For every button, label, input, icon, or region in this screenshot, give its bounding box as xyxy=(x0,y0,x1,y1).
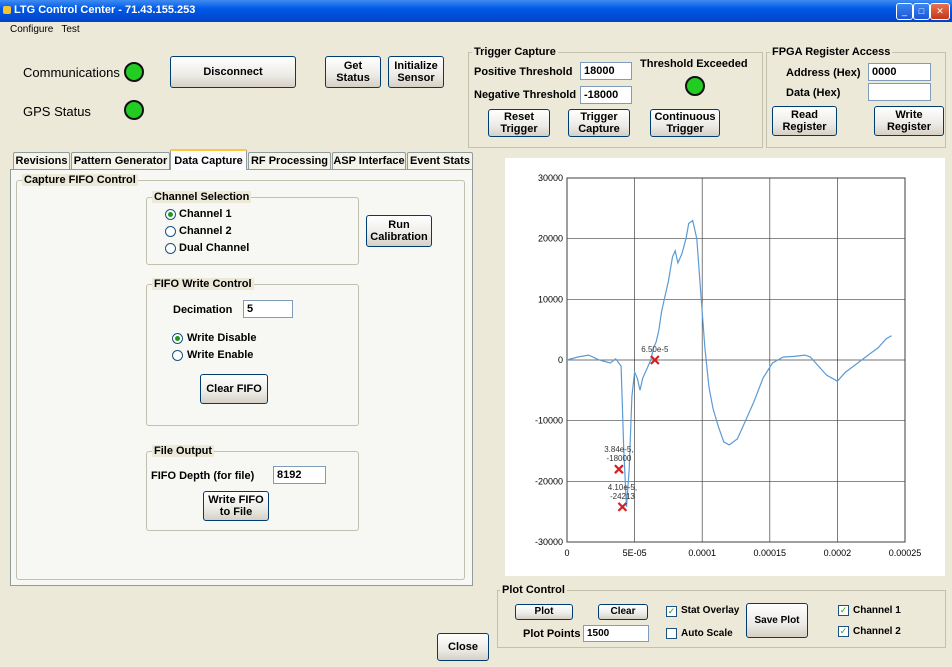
communications-label: Communications xyxy=(23,65,120,80)
get-status-button[interactable]: Get Status xyxy=(325,56,381,88)
negative-threshold-label: Negative Threshold xyxy=(474,89,577,101)
gps-status-led xyxy=(124,100,144,120)
title-bar: LTG Control Center - 71.43.155.253 _ □ ✕ xyxy=(0,0,952,22)
threshold-exceeded-led xyxy=(685,76,705,96)
plot-points-label: Plot Points xyxy=(523,628,581,640)
data-hex-label: Data (Hex) xyxy=(786,87,841,99)
close-button[interactable]: Close xyxy=(437,633,489,661)
gps-status-label: GPS Status xyxy=(23,104,91,119)
fifo-depth-input[interactable]: 8192 xyxy=(273,466,326,484)
positive-threshold-input[interactable]: 18000 xyxy=(580,62,632,80)
fifo-depth-label: FIFO Depth (for file) xyxy=(151,470,255,482)
stat-overlay-label: Stat Overlay xyxy=(681,605,740,616)
tab-rf-processing[interactable]: RF Processing xyxy=(248,152,331,169)
write-enable-label: Write Enable xyxy=(187,349,254,361)
x-tick-label: 0.0001 xyxy=(688,548,716,558)
address-hex-input[interactable]: 0000 xyxy=(868,63,931,81)
write-register-button[interactable]: Write Register xyxy=(874,106,944,136)
y-tick-label: -10000 xyxy=(535,416,563,426)
window-title: LTG Control Center - 71.43.155.253 xyxy=(14,4,196,16)
communications-led xyxy=(124,62,144,82)
tab-event-stats[interactable]: Event Stats xyxy=(407,152,473,169)
marker-label: 3.84e-5, xyxy=(604,445,633,454)
disconnect-button[interactable]: Disconnect xyxy=(170,56,296,88)
clear-fifo-button[interactable]: Clear FIFO xyxy=(200,374,268,404)
data-hex-input[interactable] xyxy=(868,83,931,101)
channel-2-radio[interactable] xyxy=(165,226,176,237)
read-register-button[interactable]: Read Register xyxy=(772,106,837,136)
stat-overlay-checkbox[interactable]: ✓ xyxy=(666,606,677,617)
tab-data-capture[interactable]: Data Capture xyxy=(170,149,247,170)
clear-plot-button[interactable]: Clear xyxy=(598,604,648,620)
auto-scale-label: Auto Scale xyxy=(681,628,733,639)
maximize-button[interactable]: □ xyxy=(913,3,930,20)
channel-1-label: Channel 1 xyxy=(179,208,232,220)
write-disable-radio[interactable] xyxy=(172,333,183,344)
channel-1-plot-label: Channel 1 xyxy=(853,605,901,616)
initialize-sensor-button[interactable]: Initialize Sensor xyxy=(388,56,444,88)
negative-threshold-input[interactable]: -18000 xyxy=(580,86,632,104)
y-tick-label: 10000 xyxy=(538,294,563,304)
x-tick-label: 0.00025 xyxy=(889,548,922,558)
channel-selection-title: Channel Selection xyxy=(152,191,252,203)
plot-control-title: Plot Control xyxy=(500,584,567,596)
tab-revisions[interactable]: Revisions xyxy=(13,152,70,169)
write-enable-radio[interactable] xyxy=(172,350,183,361)
y-tick-label: -20000 xyxy=(535,476,563,486)
menu-bar: Configure Test xyxy=(0,22,952,38)
plot-area: -30000 -20000 -10000 0 10000 20000 30000 0 5E-05… xyxy=(505,158,945,576)
minimize-button[interactable]: _ xyxy=(896,3,913,20)
x-tick-label: 5E-05 xyxy=(623,548,647,558)
marker-label: -24213 xyxy=(610,492,635,501)
dual-channel-radio[interactable] xyxy=(165,243,176,254)
trigger-capture-button[interactable]: Trigger Capture xyxy=(568,109,630,137)
channel-1-checkbox[interactable]: ✓ xyxy=(838,605,849,616)
run-calibration-button[interactable]: Run Calibration xyxy=(366,215,432,247)
channel-2-checkbox[interactable]: ✓ xyxy=(838,626,849,637)
write-disable-label: Write Disable xyxy=(187,332,257,344)
y-tick-label: 30000 xyxy=(538,173,563,183)
threshold-exceeded-label: Threshold Exceeded xyxy=(640,58,748,70)
plot-points-input[interactable]: 1500 xyxy=(583,625,649,642)
reset-trigger-button[interactable]: Reset Trigger xyxy=(488,109,550,137)
y-tick-label: -30000 xyxy=(535,537,563,547)
fifo-write-title: FIFO Write Control xyxy=(152,278,254,290)
menu-configure[interactable]: Configure xyxy=(10,22,53,38)
address-hex-label: Address (Hex) xyxy=(786,67,861,79)
positive-threshold-label: Positive Threshold xyxy=(474,66,573,78)
file-output-title: File Output xyxy=(152,445,215,457)
y-tick-label: 0 xyxy=(558,355,563,365)
dual-channel-label: Dual Channel xyxy=(179,242,250,254)
channel-2-plot-label: Channel 2 xyxy=(853,626,901,637)
save-plot-button[interactable]: Save Plot xyxy=(746,603,808,638)
marker-label: 4.10e-5, xyxy=(608,483,637,492)
y-tick-label: 20000 xyxy=(538,234,563,244)
x-tick-label: 0.00015 xyxy=(754,548,787,558)
channel-2-label: Channel 2 xyxy=(179,225,232,237)
capture-fifo-title: Capture FIFO Control xyxy=(22,174,138,186)
app-icon xyxy=(3,6,11,14)
x-tick-label: 0.0002 xyxy=(824,548,852,558)
plot-button[interactable]: Plot xyxy=(515,604,573,620)
channel-selection-group: Channel Selection xyxy=(146,191,359,265)
trigger-capture-title: Trigger Capture xyxy=(472,46,558,58)
menu-test[interactable]: Test xyxy=(61,22,79,38)
auto-scale-checkbox[interactable]: ✓ xyxy=(666,628,677,639)
write-fifo-button[interactable]: Write FIFO to File xyxy=(203,491,269,521)
tab-asp-interface[interactable]: ASP Interface xyxy=(332,152,406,169)
x-tick-label: 0 xyxy=(564,548,569,558)
signal-chart: -30000 -20000 -10000 0 10000 20000 30000 0 5E-05… xyxy=(535,173,922,558)
marker-label: -18000 xyxy=(606,454,631,463)
fpga-register-title: FPGA Register Access xyxy=(770,46,893,58)
channel-1-radio[interactable] xyxy=(165,209,176,220)
continuous-trigger-button[interactable]: Continuous Trigger xyxy=(650,109,720,137)
tab-pattern-generator[interactable]: Pattern Generator xyxy=(71,152,170,169)
decimation-input[interactable]: 5 xyxy=(243,300,293,318)
marker-label: 6.50e-5 xyxy=(641,345,669,354)
decimation-label: Decimation xyxy=(173,304,233,316)
close-window-button[interactable]: ✕ xyxy=(930,3,950,20)
